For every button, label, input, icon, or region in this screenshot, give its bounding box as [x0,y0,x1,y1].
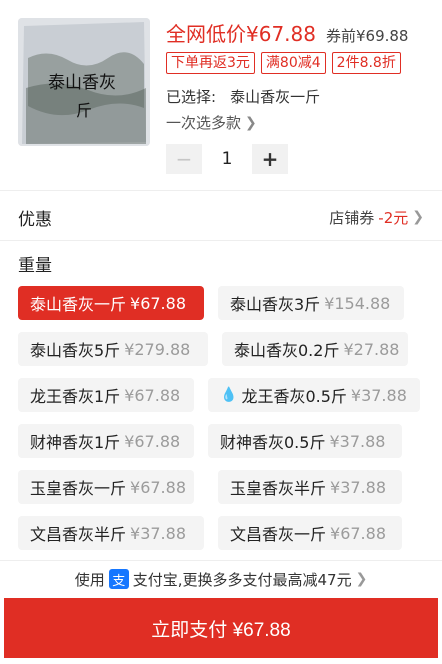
option-name: 泰山香灰一斤 [30,295,127,314]
option-price: ¥67.88 [330,523,386,543]
option-price: ¥67.88 [124,385,181,405]
option-price: ¥27.88 [343,339,400,359]
quantity-value[interactable]: 1 [202,149,252,169]
option-name: 文昌香灰半斤 [30,525,127,544]
store-coupon: 店铺券 -2元 ❯ [329,207,424,228]
decrease-button[interactable]: − [166,144,202,174]
svg-text:斤: 斤 [76,101,92,120]
coupon-row[interactable]: 优惠 店铺券 -2元 ❯ [0,196,442,238]
alipay-icon: 支 [108,569,129,589]
selected-label: 已选择: [166,88,217,106]
chevron-right-icon: ❯ [355,571,368,587]
product-summary: 泰山香灰 斤 全网低价¥67.88 券前¥69.88 下单再返3元 满80减4 … [0,0,442,190]
option-price: ¥37.88 [329,431,386,451]
option-price: ¥154.88 [324,293,391,313]
store-coupon-amount: -2元 [378,208,409,227]
product-image-text: 泰山香灰 [48,73,116,93]
multi-select-label: 一次选多款 [166,114,242,132]
option-name: 玉皇香灰半斤 [230,479,327,498]
product-image[interactable]: 泰山香灰 斤 [18,18,150,146]
weight-option[interactable]: 玉皇香灰半斤 ¥37.88 [218,470,402,504]
weight-option[interactable]: 文昌香灰半斤 ¥37.88 [18,516,204,550]
divider [0,190,442,191]
chevron-right-icon: ❯ [245,114,257,131]
pay-now-button[interactable]: 立即支付 ¥67.88 [4,598,438,658]
weight-option[interactable]: 财神香灰1斤 ¥67.88 [18,424,194,458]
price-line: 全网低价¥67.88 券前¥69.88 [166,18,408,48]
store-coupon-label: 店铺券 [329,208,375,227]
weight-option[interactable]: 龙王香灰1斤 ¥67.88 [18,378,194,412]
before-coupon-price: 券前¥69.88 [325,27,409,45]
weight-option[interactable]: 财神香灰0.5斤 ¥37.88 [208,424,402,458]
option-name: 龙王香灰0.5斤 [241,387,347,406]
option-name: 财神香灰0.5斤 [220,433,326,452]
multi-select-link[interactable]: 一次选多款 ❯ [166,112,257,133]
option-name: 文昌香灰一斤 [230,525,327,544]
pay-promo-text: ,更换多多支付最高减47元 [177,570,352,589]
alipay-name: 支付宝 [132,570,178,589]
divider [0,560,442,561]
chevron-right-icon: ❯ [412,209,424,225]
option-name: 财神香灰1斤 [30,433,121,452]
option-name: 玉皇香灰一斤 [30,479,127,498]
coupon-title: 优惠 [18,209,52,230]
option-price: ¥37.88 [330,477,386,497]
lowest-price: 全网低价¥67.88 [166,22,316,46]
promo-tag: 满80减4 [260,52,326,74]
weight-option[interactable]: 泰山香灰5斤 ¥279.88 [18,332,208,366]
increase-button[interactable]: + [252,144,288,174]
divider [0,240,442,241]
weight-option[interactable]: 泰山香灰0.2斤 ¥27.88 [222,332,408,366]
weight-option[interactable]: 玉皇香灰一斤 ¥67.88 [18,470,194,504]
weight-option[interactable]: 文昌香灰一斤 ¥67.88 [218,516,402,550]
selected-sku: 已选择: 泰山香灰一斤 [166,86,320,107]
hot-flame-icon: 💧 [220,387,238,403]
option-name: 泰山香灰0.2斤 [234,341,340,360]
option-name: 龙王香灰1斤 [30,387,121,406]
promo-tag: 下单再返3元 [166,52,255,74]
option-price: ¥279.88 [124,339,191,359]
quantity-stepper: − 1 + [166,144,288,174]
weight-option[interactable]: 💧 龙王香灰0.5斤 ¥37.88 [208,378,420,412]
option-name: 泰山香灰3斤 [230,295,321,314]
weight-option[interactable]: 泰山香灰一斤 ¥67.88 [18,286,204,320]
promo-tag: 2件8.8折 [331,52,401,74]
weight-title: 重量 [18,256,52,276]
option-price: ¥67.88 [124,431,181,451]
option-price: ¥37.88 [350,385,407,405]
alipay-promo-row[interactable]: 使用 支 支付宝 ,更换多多支付最高减47元 ❯ [0,562,442,596]
option-price: ¥67.88 [130,477,186,497]
weight-option[interactable]: 泰山香灰3斤 ¥154.88 [218,286,404,320]
selected-value: 泰山香灰一斤 [230,88,321,106]
option-name: 泰山香灰5斤 [30,341,121,360]
option-price: ¥37.88 [130,523,186,543]
use-label: 使用 [74,570,105,589]
option-price: ¥67.88 [130,293,186,313]
promo-tags: 下单再返3元 满80减4 2件8.8折 [166,52,401,74]
